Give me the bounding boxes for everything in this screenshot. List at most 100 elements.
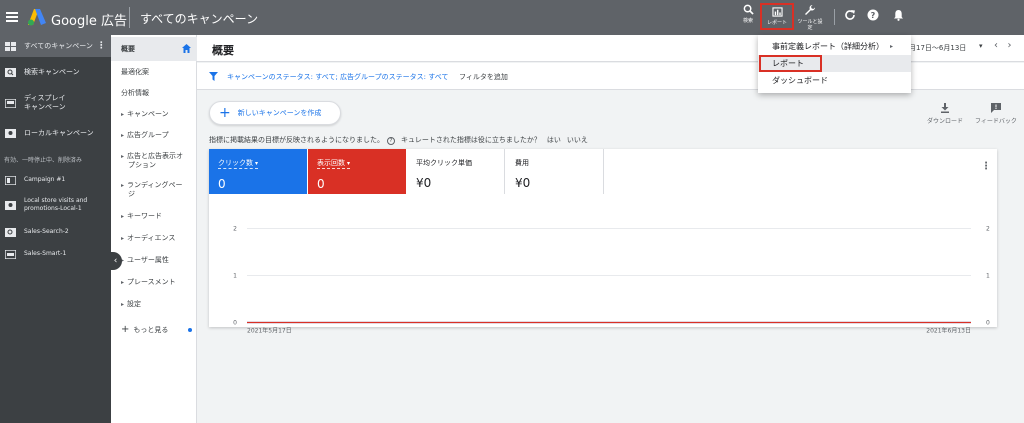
campaign-type-icon (5, 175, 16, 185)
report-menu: 事前定義レポート（詳細分析） ▸ レポート ダッシュボード (758, 35, 911, 93)
metric-value: ¥0 (416, 176, 432, 190)
refresh-icon (845, 10, 855, 20)
active-filters[interactable]: キャンペーンのステータス: すべて; 広告グループのステータス: すべて (227, 72, 448, 82)
display-campaign-item[interactable]: ディスプレイ キャンペーン (0, 90, 111, 116)
local-campaign-icon (5, 200, 16, 210)
chevron-right-icon[interactable]: › (1008, 40, 1012, 51)
subnav-audiences[interactable]: オーディエンス (111, 233, 197, 243)
display-campaign-icon (5, 98, 16, 108)
download-icon (941, 103, 949, 113)
metric-label[interactable]: 表示回数 ▾ (317, 158, 351, 169)
page-title: 概要 (212, 44, 234, 57)
x-tick-label-end: 2021年6月13日 (926, 327, 971, 335)
notifications-button[interactable] (891, 9, 905, 23)
refresh-button[interactable] (843, 9, 857, 23)
subnav-keywords-label: キーワード (127, 212, 163, 220)
campaign-label: Local store visits and promotions-Local-1 (24, 197, 87, 213)
subnav-insights[interactable]: 分析情報 (111, 88, 197, 98)
new-campaign-button[interactable]: + 新しいキャンペーンを作成 (209, 101, 341, 125)
grid-icon (5, 41, 16, 51)
more-vert-icon[interactable]: ⋮ (97, 41, 106, 51)
feedback-label: フィードバック (975, 118, 1017, 125)
metric-value: 0 (218, 177, 226, 191)
feedback-button[interactable]: フィードバック (974, 103, 1018, 125)
subnav-landing-pages[interactable]: ランディングページ (111, 181, 197, 199)
search-campaign-icon (5, 227, 16, 237)
menu-item-predefined-reports[interactable]: 事前定義レポート（詳細分析） ▸ (758, 38, 911, 55)
account-heading: すべてのキャンペーン (140, 12, 259, 26)
all-campaigns-item[interactable]: すべてのキャンペーン ⋮ (0, 35, 111, 57)
more-vert-icon[interactable]: ⋮ (981, 161, 991, 172)
top-bar: Google 広告 すべてのキャンペーン 検索 レポート ツールと設定 ? (0, 0, 1024, 35)
subnav-recommendations[interactable]: 最適化案 (111, 67, 197, 77)
search-campaign-item[interactable]: 検索キャンペーン (0, 62, 111, 82)
metric-value: ¥0 (515, 176, 531, 190)
subnav-more-label: もっと見る (133, 326, 169, 334)
metric-clicks[interactable]: クリック数 ▾ 0 (209, 149, 307, 194)
subnav-keywords[interactable]: キーワード (111, 211, 197, 221)
subnav-settings[interactable]: 設定 (111, 299, 197, 309)
google-ads-logo-icon[interactable] (26, 8, 48, 26)
filter-icon[interactable] (209, 72, 218, 81)
subnav-overview[interactable]: 概要 (111, 37, 197, 61)
add-filter-link[interactable]: フィルタを追加 (459, 72, 508, 82)
campaign-label: Sales-Search-2 (24, 228, 69, 235)
campaign-label-line-2: promotions-Local-1 (24, 205, 82, 212)
menu-item-reports[interactable]: レポート (758, 55, 911, 72)
menu-item-label: 事前定義レポート（詳細分析） (772, 42, 884, 51)
date-dropdown-icon[interactable]: ▾ (979, 42, 983, 50)
no-link[interactable]: いいえ (567, 136, 588, 144)
local-campaign-label: ローカルキャンペーン (24, 129, 94, 137)
subnav-placements-label: プレースメント (127, 278, 176, 286)
tools-button[interactable]: ツールと設定 (797, 4, 823, 31)
subnav-ads-extensions[interactable]: 広告と広告表示オプション (111, 152, 197, 170)
subnav-placements[interactable]: プレースメント (111, 277, 197, 287)
subnav-overview-label: 概要 (121, 45, 135, 53)
subnav-landing-label-2: ジ (128, 190, 135, 198)
metric-avg-cpc[interactable]: 平均クリック単価 ¥0 (407, 149, 505, 194)
campaign-item-1[interactable]: Campaign #1 (0, 172, 111, 188)
campaign-item-3[interactable]: Sales-Search-2 (0, 224, 111, 240)
campaign-label: Campaign #1 (24, 176, 66, 183)
campaign-label-line-1: Local store visits and (24, 197, 88, 204)
campaign-item-4[interactable]: Sales-Smart-1 (0, 246, 111, 262)
svg-text:?: ? (871, 11, 876, 20)
help-icon[interactable]: ? (387, 137, 395, 145)
app-title: Google 広告 (51, 14, 127, 29)
performance-line-chart: 0 0 1 1 2 2 2021年5月17日 2021年6月13日 (233, 226, 990, 335)
yes-link[interactable]: はい (547, 136, 561, 144)
search-icon (743, 4, 754, 15)
subnav-audiences-label: オーディエンス (127, 234, 176, 242)
metric-label-text: 表示回数 (317, 159, 345, 167)
help-icon: ? (867, 9, 879, 21)
metric-label[interactable]: クリック数 ▾ (218, 158, 259, 169)
subnav-demographics[interactable]: ユーザー属性 (111, 255, 197, 265)
status-section-label: 有効、一時停止中、削除済み (4, 157, 83, 164)
subnav-campaigns[interactable]: キャンペーン (111, 109, 197, 119)
local-campaign-item[interactable]: ローカルキャンペーン (0, 123, 111, 143)
subnav-more[interactable]: + もっと見る (111, 324, 197, 335)
report-button[interactable]: レポート (760, 3, 794, 30)
metric-label: 費用 (515, 159, 529, 167)
chevron-left-icon[interactable]: ‹ (994, 40, 998, 51)
display-campaign-label-2: キャンペーン (24, 103, 66, 111)
y-tick-label-right: 0 (986, 320, 990, 327)
plus-icon: + (219, 105, 231, 121)
home-icon (182, 44, 191, 53)
menu-item-dashboards[interactable]: ダッシュボード (758, 72, 911, 89)
date-nav: ‹ › (994, 40, 1012, 51)
y-tick-label-left: 1 (233, 273, 237, 280)
search-button[interactable]: 検索 (740, 4, 756, 24)
help-button[interactable]: ? (866, 9, 880, 23)
y-tick-label-right: 1 (986, 273, 990, 280)
metric-cost[interactable]: 費用 ¥0 (506, 149, 604, 194)
download-button[interactable]: ダウンロード (925, 103, 965, 125)
main-content: 概要 月17日～6月13日 ▾ ‹ › キャンペーンのステータス: すべて; 広… (197, 35, 1024, 423)
subnav-ad-groups-label: 広告グループ (127, 131, 169, 139)
subnav-ad-groups[interactable]: 広告グループ (111, 130, 197, 140)
hamburger-menu-icon[interactable] (6, 10, 18, 24)
campaign-item-2[interactable]: Local store visits and promotions-Local-1 (0, 194, 111, 216)
wrench-icon (805, 5, 815, 15)
date-range-picker[interactable]: 月17日～6月13日 (909, 43, 966, 53)
metric-impressions[interactable]: 表示回数 ▾ 0 (308, 149, 406, 194)
